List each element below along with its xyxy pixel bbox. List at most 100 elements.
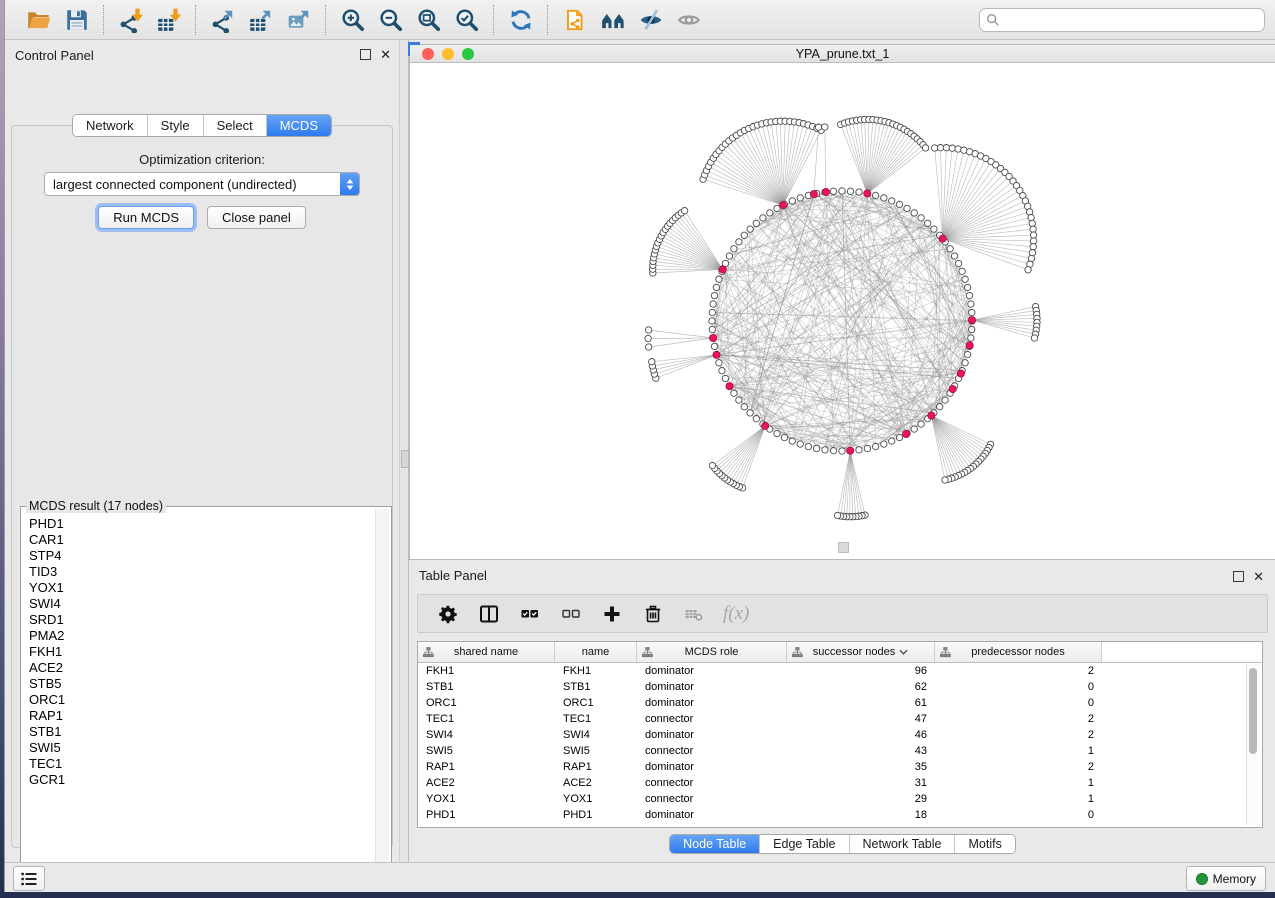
tab-network-table[interactable]: Network Table [849, 835, 955, 853]
table-row[interactable]: SWI4SWI4dominator462 [418, 727, 1262, 743]
hide-selected-button[interactable] [635, 4, 667, 36]
table-settings-icon [438, 604, 458, 624]
table-cell: ACE2 [555, 777, 637, 789]
table-cell: dominator [637, 681, 787, 693]
mcds-result-item[interactable]: STB1 [23, 724, 375, 740]
mcds-result-item[interactable]: SWI5 [23, 740, 375, 756]
zoom-out-button[interactable] [375, 4, 407, 36]
save-session-button[interactable] [61, 4, 93, 36]
import-table-button[interactable] [153, 4, 185, 36]
mcds-result-item[interactable]: STB5 [23, 676, 375, 692]
mcds-result-item[interactable]: GCR1 [23, 772, 375, 788]
zoom-selected-button[interactable] [451, 4, 483, 36]
mcds-result-item[interactable]: SWI4 [23, 596, 375, 612]
open-file-button[interactable] [23, 4, 55, 36]
show-all-button[interactable] [673, 4, 705, 36]
add-column-button[interactable] [600, 602, 624, 626]
tab-style[interactable]: Style [147, 115, 203, 136]
mcds-result-item[interactable]: PHD1 [23, 516, 375, 532]
mcds-result-item[interactable]: FKH1 [23, 644, 375, 660]
mcds-result-item[interactable]: RAP1 [23, 708, 375, 724]
memory-button[interactable]: Memory [1186, 866, 1266, 891]
column-header-MCDS-role[interactable]: MCDS role [637, 642, 787, 662]
mcds-result-item[interactable]: TEC1 [23, 756, 375, 772]
network-resize-handle[interactable] [838, 542, 849, 553]
mcds-result-item[interactable]: PMA2 [23, 628, 375, 644]
search-box[interactable] [979, 8, 1265, 32]
search-input[interactable] [1004, 10, 1264, 30]
float-table-panel-icon[interactable] [1233, 571, 1244, 582]
table-row[interactable]: STB1STB1dominator620 [418, 679, 1262, 695]
tab-node-table[interactable]: Node Table [670, 835, 759, 853]
close-panel-button[interactable]: Close panel [207, 206, 306, 229]
delete-columns-icon [643, 604, 663, 624]
shared-column-icon [423, 647, 434, 658]
deselect-all-button[interactable] [559, 602, 583, 626]
mcds-result-item[interactable]: CAR1 [23, 532, 375, 548]
network-titlebar[interactable]: YPA_prune.txt_1 [410, 45, 1275, 63]
column-label: MCDS role [685, 646, 739, 658]
column-header-shared-name[interactable]: shared name [418, 642, 555, 662]
column-header-name[interactable]: name [555, 642, 637, 662]
function-builder-button[interactable]: f(x) [723, 603, 749, 625]
tab-edge-table[interactable]: Edge Table [759, 835, 848, 853]
float-panel-icon[interactable] [360, 49, 371, 60]
split-panel-icon [479, 604, 499, 624]
table-row[interactable]: TEC1TEC1connector472 [418, 711, 1262, 727]
export-image-button[interactable] [283, 4, 315, 36]
mcds-result-item[interactable]: STP4 [23, 548, 375, 564]
table-body: FKH1FKH1dominator962STB1STB1dominator620… [418, 663, 1262, 823]
delete-table-button[interactable] [682, 602, 706, 626]
table-cell: ORC1 [555, 697, 637, 709]
mcds-result-item[interactable]: TID3 [23, 564, 375, 580]
table-cell: SWI5 [555, 745, 637, 757]
tab-mcds[interactable]: MCDS [266, 115, 331, 136]
toolbar-group [13, 4, 103, 36]
table-cell: 96 [787, 665, 935, 677]
tab-select[interactable]: Select [203, 115, 266, 136]
table-row[interactable]: FKH1FKH1dominator962 [418, 663, 1262, 679]
find-neighbors-button[interactable] [597, 4, 629, 36]
tab-network[interactable]: Network [73, 115, 147, 136]
table-row[interactable]: ORC1ORC1dominator610 [418, 695, 1262, 711]
automation-panel-button[interactable] [13, 866, 45, 891]
run-mcds-button[interactable]: Run MCDS [98, 206, 194, 229]
splitter-handle[interactable] [401, 450, 409, 468]
mcds-list-scrollbar[interactable] [375, 509, 389, 876]
table-scrollbar[interactable] [1246, 664, 1260, 825]
table-cell: 47 [787, 713, 935, 725]
export-network-button[interactable] [207, 4, 239, 36]
refresh-layout-button[interactable] [505, 4, 537, 36]
mcds-result-item[interactable]: ORC1 [23, 692, 375, 708]
column-header-successor-nodes[interactable]: successor nodes [787, 642, 935, 662]
close-table-panel-icon[interactable]: ✕ [1253, 571, 1264, 582]
zoom-fit-button[interactable] [413, 4, 445, 36]
delete-columns-button[interactable] [641, 602, 665, 626]
tab-motifs[interactable]: Motifs [954, 835, 1014, 853]
mcds-result-item[interactable]: YOX1 [23, 580, 375, 596]
table-scrollbar-thumb[interactable] [1249, 668, 1257, 754]
zoom-in-button[interactable] [337, 4, 369, 36]
table-settings-button[interactable] [436, 602, 460, 626]
select-all-button[interactable] [518, 602, 542, 626]
clone-network-button[interactable] [559, 4, 591, 36]
export-table-button[interactable] [245, 4, 277, 36]
table-row[interactable]: RAP1RAP1dominator352 [418, 759, 1262, 775]
table-row[interactable]: PHD1PHD1dominator180 [418, 807, 1262, 823]
memory-status-icon [1196, 873, 1208, 885]
import-network-button[interactable] [115, 4, 147, 36]
mcds-result-item[interactable]: SRD1 [23, 612, 375, 628]
table-row[interactable]: ACE2ACE2connector311 [418, 775, 1262, 791]
table-row[interactable]: SWI5SWI5connector431 [418, 743, 1262, 759]
node-table: shared namename MCDS role successor nodesp… [417, 641, 1263, 828]
split-panel-button[interactable] [477, 602, 501, 626]
criterion-dropdown[interactable]: largest connected component (undirected) [44, 172, 360, 196]
vertical-splitter[interactable] [399, 40, 409, 862]
network-graph[interactable] [410, 63, 1275, 559]
table-row[interactable]: YOX1YOX1connector291 [418, 791, 1262, 807]
mcds-result-item[interactable]: ACE2 [23, 660, 375, 676]
table-cell: 2 [935, 665, 1102, 677]
close-panel-icon[interactable]: ✕ [380, 49, 391, 60]
column-header-predecessor-nodes[interactable]: predecessor nodes [935, 642, 1102, 662]
save-session-icon [64, 7, 90, 33]
